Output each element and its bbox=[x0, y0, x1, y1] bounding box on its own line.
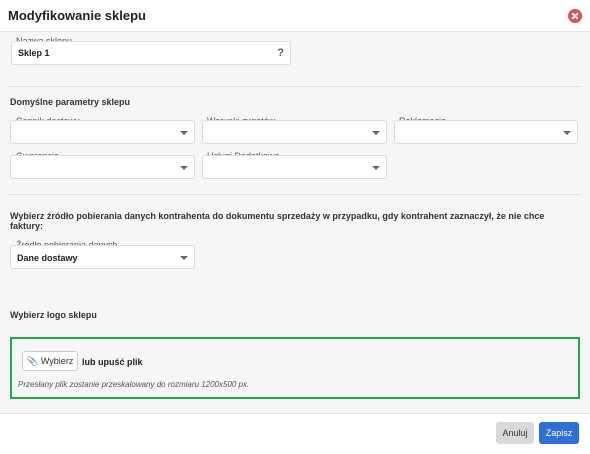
logo-dropzone[interactable]: 📎 Wybierz lub upuść plik Przesłany plik … bbox=[10, 337, 580, 399]
extra-services-select[interactable] bbox=[202, 155, 387, 179]
chevron-down-icon bbox=[180, 166, 188, 170]
contractor-source-select[interactable]: Dane dostawy bbox=[10, 245, 195, 269]
chevron-down-icon bbox=[180, 256, 188, 260]
warranty-select[interactable] bbox=[10, 155, 195, 179]
contractor-source-value: Dane dostawy bbox=[17, 253, 78, 263]
complaints-select[interactable] bbox=[394, 120, 578, 144]
defaults-heading: Domyślne parametry sklepu bbox=[10, 97, 131, 107]
divider bbox=[8, 194, 582, 195]
contractor-source-heading: Wybierz źródło pobierania danych kontrah… bbox=[10, 211, 545, 231]
logo-hint: Przesłany plik zostanie przeskalowany do… bbox=[18, 380, 250, 389]
paperclip-icon: 📎 bbox=[26, 355, 38, 366]
chevron-down-icon bbox=[372, 131, 380, 135]
cancel-button[interactable]: Anuluj bbox=[496, 422, 534, 444]
shop-name-input[interactable]: Sklep 1 ? bbox=[11, 41, 291, 65]
chevron-down-icon bbox=[563, 131, 571, 135]
save-button[interactable]: Zapisz bbox=[539, 422, 579, 444]
drop-text: lub upuść plik bbox=[82, 357, 143, 367]
choose-file-label: Wybierz bbox=[40, 356, 74, 366]
shipping-price-list-select[interactable] bbox=[10, 120, 195, 144]
logo-heading: Wybierz logo sklepu bbox=[10, 310, 97, 320]
divider bbox=[8, 86, 582, 87]
close-icon[interactable] bbox=[568, 9, 582, 23]
chevron-down-icon bbox=[372, 166, 380, 170]
choose-file-button[interactable]: 📎 Wybierz bbox=[22, 351, 78, 371]
dialog-header: Modyfikowanie sklepu bbox=[0, 0, 590, 32]
chevron-down-icon bbox=[180, 131, 188, 135]
return-terms-select[interactable] bbox=[202, 120, 387, 144]
shop-name-value: Sklep 1 bbox=[18, 48, 50, 58]
dialog-title: Modyfikowanie sklepu bbox=[8, 8, 146, 23]
help-icon[interactable]: ? bbox=[277, 47, 284, 59]
